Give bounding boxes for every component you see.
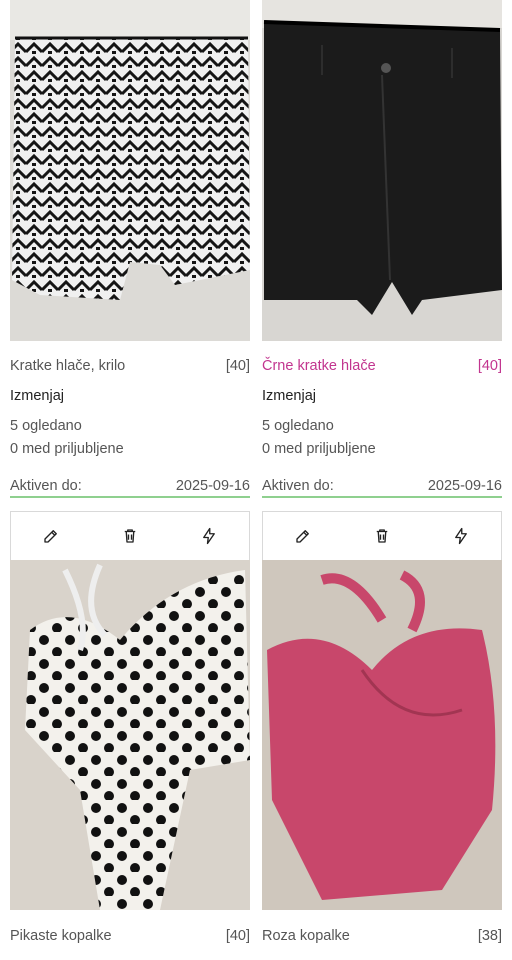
boost-icon bbox=[203, 527, 216, 545]
edit-button[interactable] bbox=[288, 521, 318, 551]
listing-title[interactable]: Pikaste kopalke bbox=[10, 928, 112, 944]
listing-photo-patterned-shorts[interactable] bbox=[10, 0, 250, 341]
listing-size: [40] bbox=[225, 928, 250, 944]
edit-icon bbox=[43, 530, 57, 543]
listing-title-row: Kratke hlače, krilo [40] bbox=[10, 358, 250, 374]
listing-size: [38] bbox=[477, 928, 502, 944]
listing-photo-polka-swimsuit[interactable] bbox=[10, 560, 250, 910]
listing-toolbar bbox=[10, 511, 250, 560]
listing-size: [40] bbox=[225, 358, 250, 374]
delete-button[interactable] bbox=[367, 521, 397, 551]
active-until-date: 2025-09-16 bbox=[427, 478, 502, 494]
boost-button[interactable] bbox=[194, 521, 224, 551]
listing-title[interactable]: Kratke hlače, krilo bbox=[10, 358, 125, 374]
listing-views: 5 ogledano bbox=[10, 418, 82, 434]
listing-action-label: Izmenjaj bbox=[262, 388, 316, 404]
trash-icon bbox=[124, 529, 136, 543]
boost-icon bbox=[455, 527, 468, 545]
boost-button[interactable] bbox=[446, 521, 476, 551]
listing-title-row: Pikaste kopalke [40] bbox=[10, 928, 250, 944]
listing-photo-pink-swimsuit[interactable] bbox=[262, 560, 502, 910]
active-until-label: Aktiven do: bbox=[10, 478, 82, 494]
active-until-label: Aktiven do: bbox=[262, 478, 334, 494]
edit-icon bbox=[295, 530, 309, 543]
listing-title-row: Roza kopalke [38] bbox=[262, 928, 502, 944]
active-until-date: 2025-09-16 bbox=[175, 478, 250, 494]
listing-active-until: Aktiven do: 2025-09-16 bbox=[262, 478, 502, 498]
listing-active-until: Aktiven do: 2025-09-16 bbox=[10, 478, 250, 498]
listing-action-label: Izmenjaj bbox=[10, 388, 64, 404]
edit-button[interactable] bbox=[36, 521, 66, 551]
listing-views: 5 ogledano bbox=[262, 418, 334, 434]
listing-favorites: 0 med priljubljene bbox=[262, 441, 376, 457]
listing-toolbar bbox=[262, 511, 502, 560]
listing-photo-black-shorts[interactable] bbox=[262, 0, 502, 341]
listing-size: [40] bbox=[477, 358, 502, 374]
delete-button[interactable] bbox=[115, 521, 145, 551]
listing-favorites: 0 med priljubljene bbox=[10, 441, 124, 457]
trash-icon bbox=[376, 529, 388, 543]
listing-title-row: Črne kratke hlače [40] bbox=[262, 358, 502, 374]
listing-title[interactable]: Roza kopalke bbox=[262, 928, 350, 944]
listing-title[interactable]: Črne kratke hlače bbox=[262, 358, 376, 374]
